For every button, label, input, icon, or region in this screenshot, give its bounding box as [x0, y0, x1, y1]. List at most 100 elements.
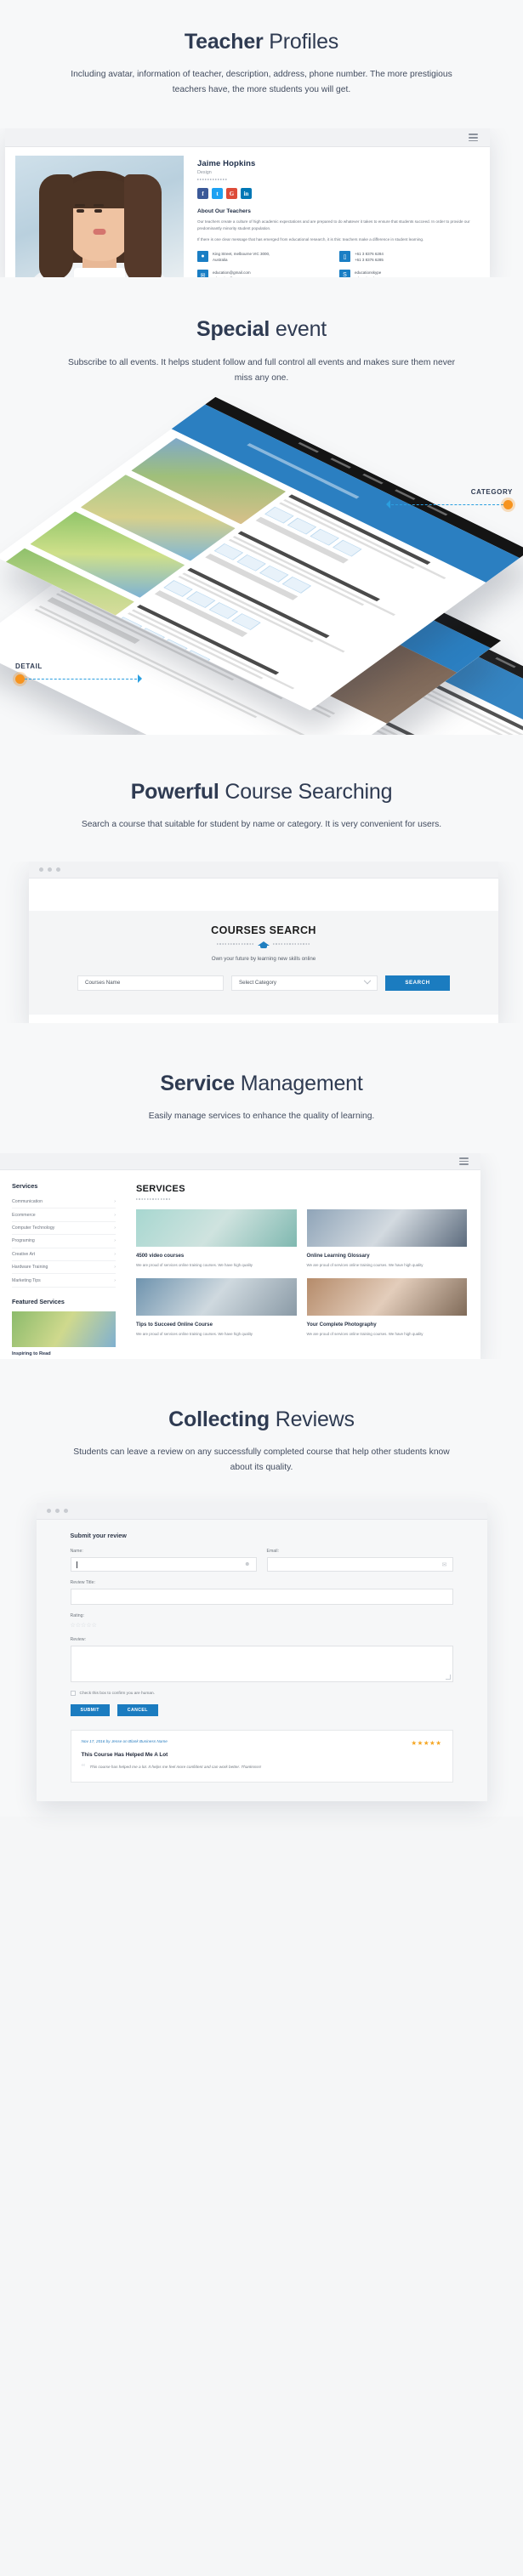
contact-list: ● King Street, melbourne VIC 3000, Austra…: [197, 251, 476, 278]
name-input[interactable]: ☻: [70, 1557, 257, 1572]
browser-titlebar: [5, 128, 490, 148]
email-line-1: education@gmail.com: [213, 270, 251, 276]
service-page-body: Services Communication › Ecommerce › Compu…: [0, 1170, 480, 1359]
service-card-text: We are proud of services online training…: [136, 1263, 253, 1268]
service-card[interactable]: Online Learning Glossary We are proud of…: [306, 1209, 467, 1268]
about-paragraph-1: Our teachers create a culture of high ac…: [197, 219, 470, 231]
envelope-icon: ✉: [441, 1561, 447, 1568]
search-heading-block: Powerful Course Searching Search a cours…: [0, 779, 523, 833]
detail-label: DETAIL: [15, 662, 43, 670]
search-title-bold: Powerful: [130, 779, 219, 804]
category-label: CATEGORY: [470, 487, 513, 496]
service-card[interactable]: Your Complete Photography We are proud o…: [306, 1277, 467, 1337]
sidebar-item-label: Marketing Tips: [12, 1277, 41, 1283]
search-subtitle: Search a course that suitable for studen…: [81, 819, 442, 829]
service-card-title: Tips to Succeed Online Course: [136, 1321, 213, 1328]
title-rest: Profiles: [263, 30, 339, 54]
sidebar-item-communication[interactable]: Communication ›: [12, 1196, 116, 1209]
sidebar-item-computer-technology[interactable]: Computer Technology ›: [12, 1222, 116, 1236]
callout-knob: [503, 499, 513, 509]
divider: [197, 179, 228, 181]
posted-review-meta: Nov 17, 2016 by Jesse on Blank Business …: [81, 1739, 168, 1744]
form-actions: SUBMIT CANCEL: [70, 1704, 453, 1717]
quote-mark-icon: “: [81, 1762, 86, 1773]
name-label: Name:: [70, 1549, 83, 1555]
review-title-label: Review Title:: [70, 1580, 95, 1586]
special-event-section: Special event Subscribe to all events. I…: [0, 277, 523, 735]
facebook-icon[interactable]: f: [197, 188, 208, 200]
service-title-bold: Service: [160, 1071, 235, 1095]
rating-stars-input[interactable]: ☆☆☆☆☆: [71, 1622, 453, 1629]
service-title: Service Management: [34, 1071, 489, 1097]
window-dot: [56, 867, 60, 872]
browser-titlebar: [36, 1503, 487, 1521]
search-mockup-stage: COURSES SEARCH Own your future by learni…: [0, 861, 523, 1023]
review-subtitle: Students can leave a review on any succe…: [73, 1447, 450, 1473]
sidebar-item-label: Communication: [12, 1199, 43, 1205]
google-plus-icon[interactable]: G: [226, 188, 237, 200]
service-card[interactable]: 4500 video courses We are proud of servi…: [136, 1209, 297, 1268]
sidebar-item-programing[interactable]: Programing ›: [12, 1235, 116, 1248]
name-field-group: Name: ☻: [70, 1549, 257, 1572]
services-sidebar: Services Communication › Ecommerce › Compu…: [0, 1170, 128, 1359]
twitter-icon[interactable]: t: [212, 188, 223, 200]
contact-address: ● King Street, melbourne VIC 3000, Austra…: [197, 251, 334, 264]
search-panel: COURSES SEARCH Own your future by learni…: [29, 910, 498, 1015]
teacher-avatar: [15, 156, 184, 278]
teacher-heading-block: Teacher Profiles Including avatar, infor…: [0, 29, 523, 98]
featured-title[interactable]: Inspiring to Read: [12, 1351, 116, 1356]
hamburger-menu-icon[interactable]: [469, 132, 478, 143]
sidebar-list: Communication › Ecommerce › Computer Techn…: [12, 1196, 116, 1288]
teacher-browser-window: Jaime Hopkins Design f t G in About Our …: [5, 128, 490, 278]
human-checkbox[interactable]: [70, 1691, 76, 1697]
mobile-phone-icon: ▯: [339, 251, 350, 263]
chevron-right-icon: ›: [114, 1199, 116, 1205]
map-pin-icon: ●: [197, 251, 208, 263]
chevron-right-icon: ›: [114, 1265, 116, 1271]
category-callout: CATEGORY: [386, 488, 513, 509]
event-subtitle: Subscribe to all events. It helps studen…: [67, 357, 456, 383]
review-title-group: Review Title:: [70, 1580, 453, 1606]
course-name-placeholder: Courses Name: [85, 980, 121, 987]
detail-connector: [15, 674, 142, 684]
search-tagline: Own your future by learning new skills o…: [211, 955, 316, 962]
course-name-input[interactable]: Courses Name: [77, 975, 224, 991]
email-input[interactable]: ✉: [266, 1557, 453, 1572]
sidebar-item-label: Creative Art: [12, 1251, 36, 1257]
sidebar-item-creative-art[interactable]: Creative Art ›: [12, 1248, 116, 1261]
chevron-down-icon: [363, 976, 372, 985]
arrow-left-icon: [386, 500, 390, 509]
event-title-bold: Special: [196, 317, 270, 342]
phone-line-1: +61 3 8376 6284: [355, 252, 384, 257]
sidebar-item-label: Hardware Training: [12, 1265, 48, 1271]
teacher-mockup-stage: Jaime Hopkins Design f t G in About Our …: [0, 128, 523, 278]
sidebar-item-ecommerce[interactable]: Ecommerce ›: [12, 1208, 116, 1222]
teacher-role: Design: [197, 170, 212, 176]
submit-button[interactable]: SUBMIT: [70, 1704, 110, 1717]
sidebar-item-marketing-tips[interactable]: Marketing Tips ›: [12, 1274, 116, 1288]
service-card-title: 4500 video courses: [136, 1253, 185, 1260]
sidebar-item-hardware-training[interactable]: Hardware Training ›: [12, 1261, 116, 1275]
window-dot: [54, 1509, 60, 1514]
hamburger-menu-icon[interactable]: [459, 1156, 469, 1167]
review-title: Collecting Reviews: [34, 1407, 489, 1433]
linkedin-icon[interactable]: in: [241, 188, 252, 200]
event-title: Special event: [34, 316, 489, 343]
cancel-button[interactable]: CANCEL: [117, 1704, 158, 1717]
search-button[interactable]: SEARCH: [385, 975, 450, 991]
service-mockup-stage: Services Communication › Ecommerce › Compu…: [0, 1153, 523, 1360]
name-email-row: Name: ☻ Email: ✉: [70, 1549, 453, 1572]
review-textarea[interactable]: [70, 1646, 453, 1683]
search-title-rest: Course Searching: [219, 779, 393, 804]
heading-decoration: [29, 941, 498, 948]
submit-review-heading: Submit your review: [70, 1532, 127, 1540]
service-card-image: [306, 1277, 467, 1316]
sidebar-item-label: Ecommerce: [12, 1212, 36, 1218]
teacher-card: Jaime Hopkins Design f t G in About Our …: [5, 147, 490, 278]
category-select[interactable]: Select Category: [231, 975, 378, 991]
service-card[interactable]: Tips to Succeed Online Course We are pro…: [136, 1277, 297, 1337]
sidebar-item-label: Computer Technology: [12, 1225, 55, 1231]
envelope-icon: ✉: [197, 270, 208, 278]
review-title-input[interactable]: [70, 1589, 453, 1606]
teacher-info: Jaime Hopkins Design f t G in About Our …: [184, 156, 490, 278]
